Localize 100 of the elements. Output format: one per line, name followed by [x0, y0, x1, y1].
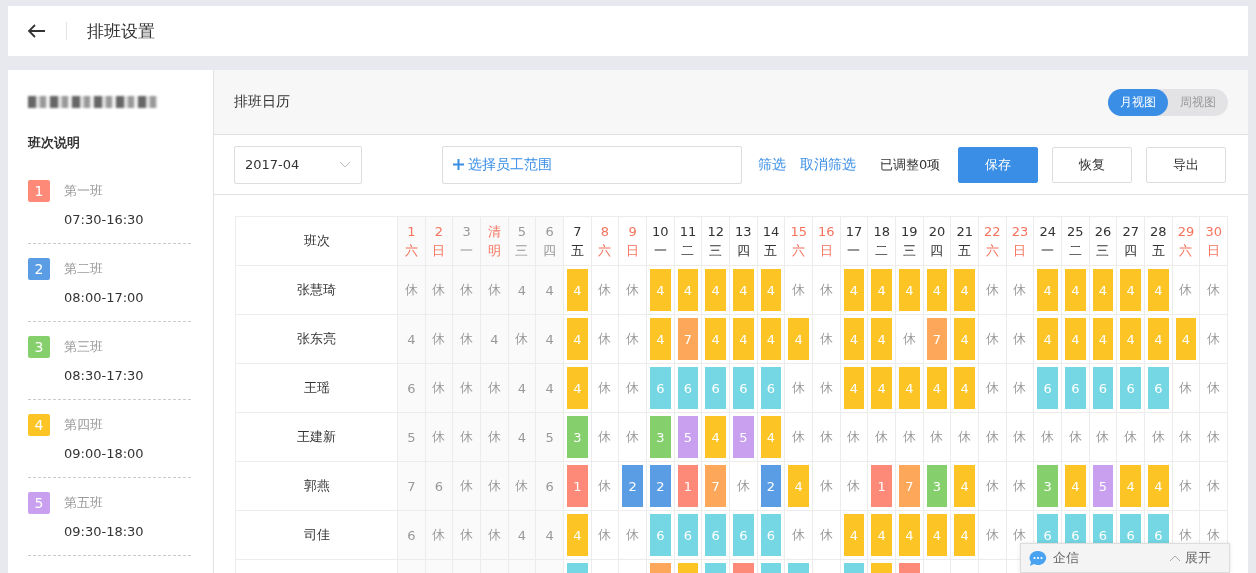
shift-block[interactable]: 3: [567, 416, 588, 458]
schedule-cell[interactable]: 4: [508, 413, 537, 462]
schedule-cell[interactable]: 休: [1200, 364, 1228, 413]
schedule-cell[interactable]: 休: [785, 511, 813, 560]
schedule-cell[interactable]: 休: [730, 462, 758, 511]
back-arrow-icon[interactable]: [28, 24, 46, 38]
shift-block[interactable]: 4: [954, 465, 975, 507]
shift-block[interactable]: 4: [760, 416, 782, 458]
shift-block[interactable]: 4: [871, 269, 892, 311]
schedule-cell[interactable]: 休: [453, 462, 481, 511]
employee-range-picker[interactable]: 选择员工范围: [442, 145, 742, 184]
schedule-cell[interactable]: 休: [425, 266, 454, 315]
schedule-cell[interactable]: 休: [923, 413, 952, 462]
shift-block[interactable]: 3: [926, 465, 948, 507]
shift-block[interactable]: 4: [843, 269, 865, 311]
shift-block[interactable]: 4: [899, 367, 920, 409]
schedule-cell[interactable]: 休: [813, 364, 841, 413]
shift-block[interactable]: 6: [650, 367, 671, 409]
schedule-cell[interactable]: 休: [619, 315, 647, 364]
schedule-cell[interactable]: 4: [508, 511, 537, 560]
schedule-cell[interactable]: 休: [979, 511, 1007, 560]
shift-block[interactable]: 4: [954, 318, 975, 360]
schedule-cell[interactable]: 休: [1200, 315, 1228, 364]
shift-block[interactable]: 4: [926, 514, 948, 556]
schedule-cell[interactable]: 休: [1089, 413, 1118, 462]
shift-block[interactable]: 7: [705, 465, 726, 507]
schedule-cell[interactable]: 休: [1006, 364, 1035, 413]
schedule-cell[interactable]: 休: [1006, 462, 1035, 511]
schedule-cell[interactable]: 休: [425, 511, 454, 560]
shift-block[interactable]: 4: [567, 514, 588, 556]
shift-block[interactable]: 4: [1092, 269, 1114, 311]
schedule-cell[interactable]: 休: [979, 413, 1007, 462]
schedule-cell[interactable]: 休: [591, 315, 620, 364]
schedule-cell[interactable]: 休: [481, 364, 509, 413]
shift-block[interactable]: 6: [1065, 367, 1086, 409]
shift-block[interactable]: 4: [733, 318, 754, 360]
schedule-cell[interactable]: 5: [398, 413, 426, 462]
shift-block[interactable]: 3: [1037, 465, 1058, 507]
schedule-cell[interactable]: 休: [1062, 413, 1090, 462]
shift-block[interactable]: 4: [954, 514, 975, 556]
schedule-cell[interactable]: 休: [425, 315, 454, 364]
shift-block[interactable]: 4: [926, 269, 948, 311]
schedule-cell[interactable]: 4: [508, 266, 537, 315]
shift-block[interactable]: 4: [954, 367, 975, 409]
shift-block[interactable]: 6: [760, 367, 782, 409]
shift-block[interactable]: 6: [1092, 367, 1114, 409]
shift-block[interactable]: 7: [926, 318, 948, 360]
shift-block[interactable]: 4: [1037, 269, 1058, 311]
schedule-cell[interactable]: 6: [398, 364, 426, 413]
shift-block[interactable]: 6: [677, 514, 699, 556]
action-button[interactable]: 恢复: [1052, 146, 1133, 183]
shift-block[interactable]: 4: [788, 318, 809, 360]
shift-block[interactable]: 1: [567, 465, 588, 507]
action-button[interactable]: 保存: [958, 146, 1039, 183]
shift-block[interactable]: 4: [1148, 318, 1169, 360]
shift-block[interactable]: 6: [705, 514, 726, 556]
schedule-cell[interactable]: 休: [896, 315, 924, 364]
shift-block[interactable]: 6: [733, 367, 754, 409]
shift-block[interactable]: 2: [650, 465, 671, 507]
shift-block[interactable]: 4: [1120, 465, 1141, 507]
shift-block[interactable]: 1: [677, 465, 699, 507]
shift-block[interactable]: 4: [677, 269, 699, 311]
schedule-cell[interactable]: 休: [896, 413, 924, 462]
shift-block[interactable]: 6: [1120, 367, 1141, 409]
shift-block[interactable]: 4: [843, 514, 865, 556]
schedule-cell[interactable]: 休: [425, 413, 454, 462]
shift-block[interactable]: 6: [1037, 367, 1058, 409]
shift-block[interactable]: 4: [1148, 465, 1169, 507]
schedule-cell[interactable]: 5: [536, 413, 564, 462]
shift-block[interactable]: 6: [733, 514, 754, 556]
schedule-cell[interactable]: 休: [619, 511, 647, 560]
schedule-cell[interactable]: 休: [453, 364, 481, 413]
schedule-cell[interactable]: 休: [453, 511, 481, 560]
shift-block[interactable]: 5: [1092, 465, 1114, 507]
shift-block[interactable]: 4: [871, 367, 892, 409]
schedule-cell[interactable]: 休: [619, 266, 647, 315]
schedule-cell[interactable]: 休: [785, 413, 813, 462]
schedule-cell[interactable]: 休: [1172, 413, 1201, 462]
shift-block[interactable]: 4: [899, 269, 920, 311]
schedule-cell[interactable]: 4: [508, 364, 537, 413]
schedule-cell[interactable]: 休: [591, 266, 620, 315]
schedule-cell[interactable]: 休: [813, 266, 841, 315]
shift-block[interactable]: 4: [705, 269, 726, 311]
schedule-cell[interactable]: 休: [591, 511, 620, 560]
schedule-cell[interactable]: 休: [481, 266, 509, 315]
shift-block[interactable]: 4: [650, 318, 671, 360]
shift-block[interactable]: 2: [760, 465, 782, 507]
schedule-cell[interactable]: 休: [619, 413, 647, 462]
schedule-cell[interactable]: 休: [1006, 413, 1035, 462]
schedule-cell[interactable]: 休: [979, 364, 1007, 413]
schedule-cell[interactable]: 休: [453, 413, 481, 462]
shift-block[interactable]: 6: [705, 367, 726, 409]
schedule-cell[interactable]: 休: [951, 413, 979, 462]
schedule-cell[interactable]: 4: [481, 315, 509, 364]
schedule-cell[interactable]: 休: [425, 364, 454, 413]
schedule-cell[interactable]: 休: [979, 315, 1007, 364]
schedule-cell[interactable]: 休: [1145, 413, 1173, 462]
schedule-cell[interactable]: 4: [398, 315, 426, 364]
schedule-cell[interactable]: 休: [481, 511, 509, 560]
schedule-cell[interactable]: 休: [453, 266, 481, 315]
